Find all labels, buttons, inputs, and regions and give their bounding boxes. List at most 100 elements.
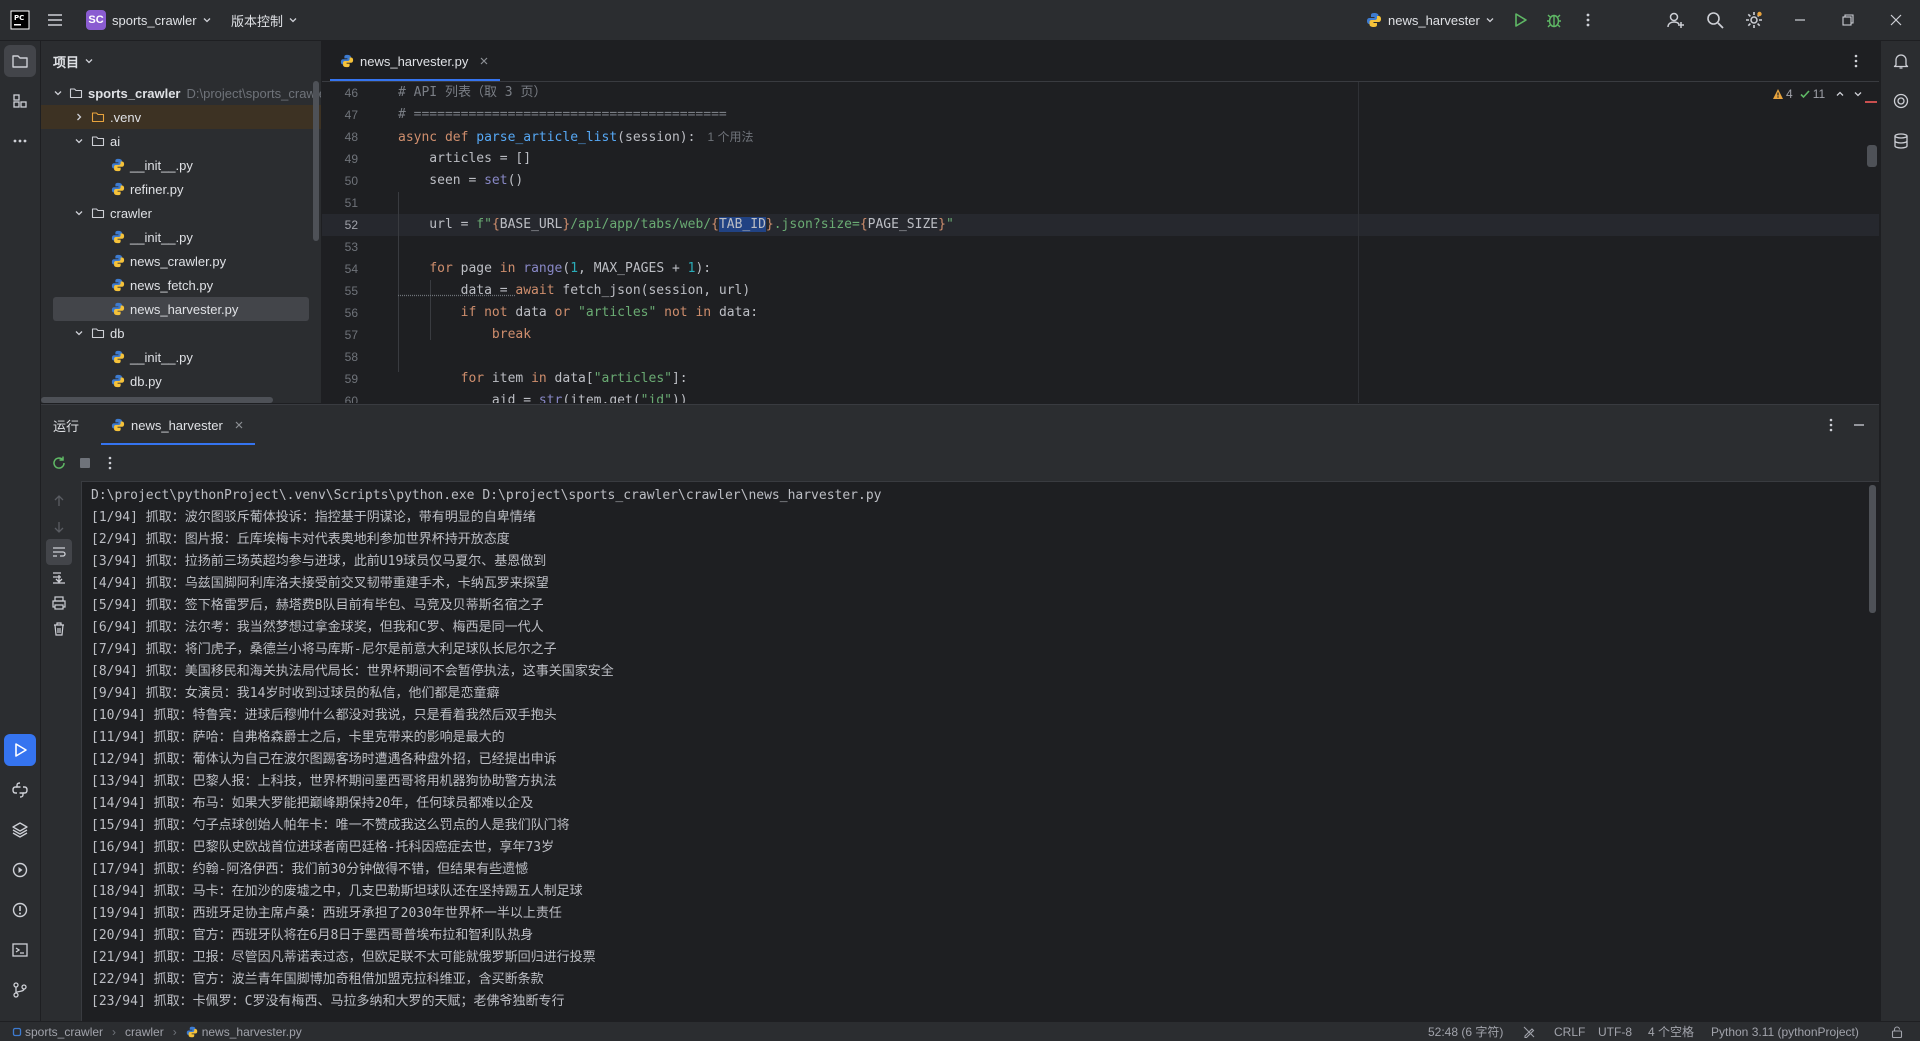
hide-panel-icon[interactable] xyxy=(1851,417,1867,433)
code-token: " xyxy=(945,217,954,232)
code-area[interactable]: # API 列表（取 3 页） # ======================… xyxy=(398,82,1858,403)
chevron-right-icon[interactable] xyxy=(73,112,85,122)
python-packages-button[interactable] xyxy=(4,814,36,846)
run-panel: 运行 news_harvester D:\project\pythonProje… xyxy=(41,404,1879,1022)
print-icon[interactable] xyxy=(51,595,67,611)
notifications-button[interactable] xyxy=(1885,45,1917,77)
error-stripe-marker[interactable] xyxy=(1865,101,1877,103)
code-line: data = await fetch_json(session, url) xyxy=(398,280,751,302)
run-panel-more-icon[interactable] xyxy=(1824,417,1838,433)
tree-item-label: news_harvester.py xyxy=(130,301,239,317)
close-window-icon[interactable] xyxy=(1888,0,1904,40)
line-number: 46 xyxy=(344,86,358,100)
tree-file-item[interactable]: news_crawler.py xyxy=(41,249,321,273)
database-button[interactable] xyxy=(1885,125,1917,157)
breadcrumb-folder[interactable]: crawler xyxy=(125,1025,164,1039)
run-toolbar-more-icon[interactable] xyxy=(103,455,117,471)
chevron-up-icon[interactable] xyxy=(1835,89,1845,99)
project-tool-button[interactable] xyxy=(4,45,36,77)
chevron-down-icon[interactable] xyxy=(73,208,85,218)
indent-setting[interactable]: 4 个空格 xyxy=(1648,1022,1694,1041)
ai-assistant-button[interactable] xyxy=(1885,85,1917,117)
python-console-button[interactable] xyxy=(4,774,36,806)
chevron-down-icon[interactable] xyxy=(73,328,85,338)
file-encoding[interactable]: UTF-8 xyxy=(1598,1022,1632,1041)
code-line: for item in data["articles"]: xyxy=(398,368,688,390)
restore-window-icon[interactable] xyxy=(1840,0,1856,40)
lock-icon[interactable] xyxy=(1890,1022,1904,1041)
tree-folder-item[interactable]: .venv xyxy=(41,105,321,129)
tree-file-item[interactable]: db.py xyxy=(41,369,321,393)
tree-file-item[interactable]: __init__.py xyxy=(41,225,321,249)
main-menu-icon[interactable] xyxy=(46,0,64,40)
arrow-up-icon[interactable] xyxy=(51,493,67,509)
tree-file-item[interactable]: news_fetch.py xyxy=(41,273,321,297)
inspection-widget[interactable]: 4 11 xyxy=(1772,87,1863,101)
editor-tab-news-harvester[interactable]: news_harvester.py xyxy=(330,41,501,81)
breadcrumb-file[interactable]: news_harvester.py xyxy=(202,1025,302,1039)
code-token: f" xyxy=(476,217,492,232)
debug-button[interactable] xyxy=(1545,0,1563,40)
structure-tool-button[interactable] xyxy=(4,85,36,117)
caret-position[interactable]: 52:48 (6 字符) xyxy=(1428,1022,1503,1041)
trash-icon[interactable] xyxy=(51,621,67,637)
arrow-down-icon[interactable] xyxy=(51,519,67,535)
usage-hint[interactable]: 1 个用法 xyxy=(707,130,753,144)
folder-icon xyxy=(91,326,105,340)
console-output[interactable]: D:\project\pythonProject\.venv\Scripts\p… xyxy=(91,481,1861,1022)
scroll-to-end-icon[interactable] xyxy=(51,569,67,585)
stop-icon[interactable] xyxy=(77,455,93,471)
problems-button[interactable] xyxy=(4,894,36,926)
run-button[interactable] xyxy=(1511,0,1529,40)
tree-file-item[interactable]: __init__.py xyxy=(41,345,321,369)
console-line: [13/94] 抓取：巴黎人报：上科技，世界杯期间墨西哥将用机器狗协助警方执法 xyxy=(91,774,557,789)
code-token: async def xyxy=(398,130,477,145)
rerun-icon[interactable] xyxy=(51,455,67,471)
minimize-window-icon[interactable] xyxy=(1792,0,1808,40)
terminal-button[interactable] xyxy=(4,934,36,966)
tree-horizontal-scrollbar[interactable] xyxy=(41,397,273,403)
python-interpreter[interactable]: Python 3.11 (pythonProject) xyxy=(1711,1022,1859,1041)
chevron-down-icon[interactable] xyxy=(73,136,85,146)
chevron-down-icon[interactable] xyxy=(1853,89,1863,99)
code-token: parse_article_list xyxy=(476,130,618,145)
more-tools-icon[interactable] xyxy=(4,125,36,157)
tree-file-item[interactable]: refiner.py xyxy=(41,177,321,201)
readonly-toggle-icon[interactable] xyxy=(1522,1022,1536,1041)
line-separator[interactable]: CRLF xyxy=(1554,1022,1585,1041)
tree-file-item[interactable]: news_harvester.py xyxy=(53,297,309,321)
tree-folder-item[interactable]: ai xyxy=(41,129,321,153)
search-icon[interactable] xyxy=(1705,0,1725,40)
python-file-icon xyxy=(111,182,125,196)
services-button[interactable] xyxy=(4,854,36,886)
run-config-selector[interactable]: news_harvester xyxy=(1366,0,1495,40)
vcs-menu[interactable]: 版本控制 xyxy=(231,0,298,40)
tree-item-label: news_crawler.py xyxy=(130,253,227,269)
structure-icon xyxy=(13,94,27,108)
code-token: "id" xyxy=(640,393,672,403)
run-tool-button[interactable] xyxy=(4,734,36,766)
tree-folder-item[interactable]: db xyxy=(41,321,321,345)
console-scrollbar[interactable] xyxy=(1869,485,1876,613)
add-user-icon[interactable] xyxy=(1666,0,1686,40)
git-button[interactable] xyxy=(4,974,36,1006)
editor-scrollbar[interactable] xyxy=(1867,145,1877,167)
more-actions-icon[interactable] xyxy=(1581,0,1595,40)
tree-vertical-scrollbar[interactable] xyxy=(313,81,319,241)
close-tab-icon[interactable] xyxy=(233,419,245,431)
settings-gear-icon[interactable] xyxy=(1744,0,1764,40)
project-panel-header[interactable]: 项目 xyxy=(53,41,94,81)
tree-root-item[interactable]: sports_crawler D:\project\sports_crawler xyxy=(41,81,321,105)
console-line: [9/94] 抓取：女演员：我14岁时收到过球员的私信，他们都是恋童癖 xyxy=(91,686,500,701)
tree-file-item[interactable]: __init__.py xyxy=(41,153,321,177)
project-switcher[interactable]: SC sports_crawler xyxy=(86,0,212,40)
breadcrumb-project[interactable]: sports_crawler xyxy=(25,1025,103,1039)
run-tab-news-harvester[interactable]: news_harvester xyxy=(101,405,255,445)
run-config-label: news_harvester xyxy=(1388,12,1480,28)
soft-wrap-icon[interactable] xyxy=(46,539,72,565)
close-tab-icon[interactable] xyxy=(478,55,490,67)
editor-tabs-more-icon[interactable] xyxy=(1849,53,1863,69)
chevron-down-icon[interactable] xyxy=(53,88,63,98)
line-number: 47 xyxy=(344,108,358,122)
tree-folder-item[interactable]: crawler xyxy=(41,201,321,225)
